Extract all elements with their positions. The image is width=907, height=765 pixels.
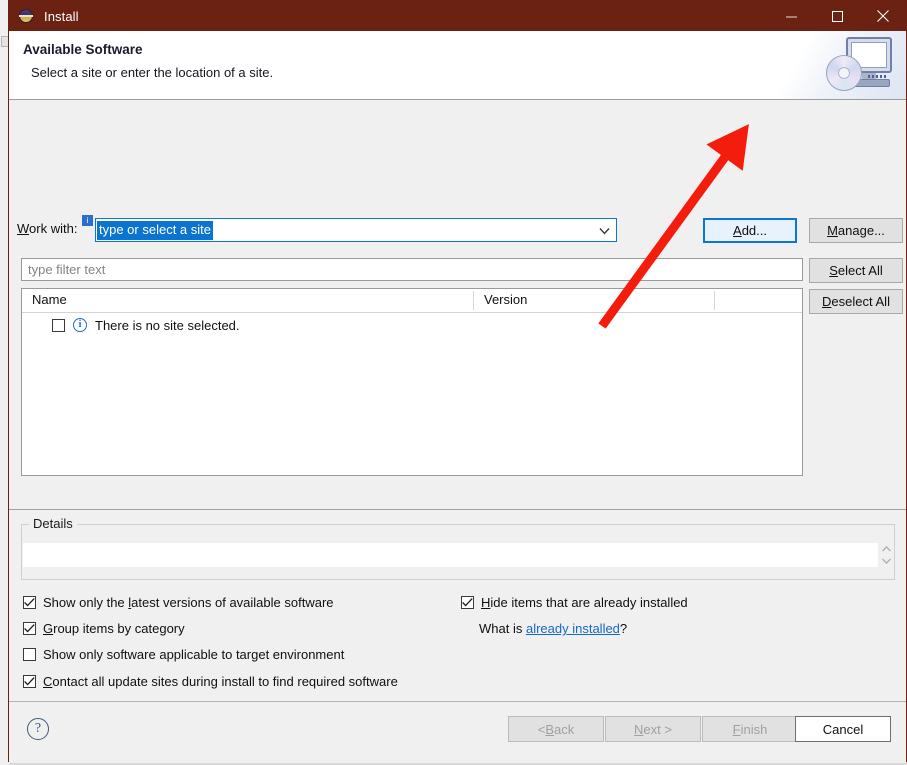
available-software-tree[interactable]: Name Version i There is no site selected… [21,288,803,476]
option-3-mnemonic: C [43,674,53,689]
option-2-rest: how only software applicable to target e… [51,647,345,662]
option-target-environment[interactable]: Show only software applicable to target … [23,647,344,662]
option-0-rest: atest versions of available software [131,595,334,610]
dialog-footer: ? < Back Next > Finish Cancel [9,701,906,763]
details-scrollbar[interactable] [878,543,894,567]
select-all-mnemonic: S [829,263,838,278]
checkbox[interactable] [461,596,474,609]
add-button-label: dd... [741,223,767,238]
finish-button[interactable]: Finish [702,716,798,742]
deselect-all-button[interactable]: Deselect All [809,289,903,314]
what-is-already-installed: What is already installed? [479,621,627,636]
add-button[interactable]: Add... [703,218,797,243]
column-header-name[interactable]: Name [32,292,67,307]
details-legend: Details [29,516,77,531]
section-divider [9,509,906,510]
option-1-rest: roup items by category [53,621,185,636]
back-pre: < [537,721,546,737]
manage-button-mnemonic: M [827,223,838,238]
option-group-by-category[interactable]: Group items by category [23,621,185,636]
option-4-mnemonic: H [481,595,491,610]
what-is-suffix: ? [619,621,628,636]
page-subtitle: Select a site or enter the location of a… [31,65,274,80]
table-row[interactable]: i There is no site selected. [22,313,802,337]
finish-mnemonic: F [732,721,741,737]
install-dialog-screenshot: Install Available Software Select a site… [0,0,907,765]
work-with-info-badge-icon[interactable]: i [82,215,93,226]
work-with-label-rest: ork with: [29,221,78,236]
deselect-all-mnemonic: D [822,294,832,309]
info-icon: i [73,318,87,332]
option-3-rest: ontact all update sites during install t… [52,674,398,689]
select-all-label: elect All [837,263,883,278]
finish-label: inish [740,721,768,737]
column-header-version[interactable]: Version [484,292,527,307]
window-title: Install [44,8,79,24]
option-1-mnemonic: G [43,621,54,636]
checkbox[interactable] [23,675,36,688]
scroll-down-icon [881,558,891,564]
checkbox[interactable] [23,596,36,609]
dialog-banner: Available Software Select a site or ente… [9,31,906,100]
row-label: There is no site selected. [95,317,240,333]
option-0-pre: Show only the [43,595,129,610]
cancel-button[interactable]: Cancel [795,716,891,742]
option-2-mnemonic: S [43,647,52,662]
option-show-latest-versions[interactable]: Show only the latest versions of availab… [23,595,334,610]
chevron-down-icon[interactable] [598,225,610,237]
back-button[interactable]: < Back [508,716,604,742]
column-divider-1[interactable] [473,291,474,310]
scroll-up-icon [881,546,891,552]
manage-button-label: anage... [837,223,885,238]
next-mnemonic: N [634,721,644,737]
work-with-label: Work with: [17,221,77,236]
work-with-label-mnemonic: W [17,221,30,236]
checkbox[interactable] [23,622,36,635]
back-mnemonic: B [545,721,555,737]
filter-input[interactable]: type filter text [21,258,803,281]
column-divider-2[interactable] [714,291,715,310]
deselect-all-label: eselect All [831,294,890,309]
work-with-input-value[interactable]: type or select a site [97,220,213,240]
cancel-label: Cancel [822,721,864,737]
dialog-body: Work with: i type or select a site Add..… [9,100,906,701]
row-checkbox[interactable] [52,318,65,332]
minimize-icon[interactable] [768,1,814,31]
eclipse-icon [19,8,35,24]
title-bar: Install [9,1,906,31]
option-hide-already-installed[interactable]: Hide items that are already installed [461,595,688,610]
details-text [23,543,878,567]
next-label: ext > [643,721,672,737]
option-contact-update-sites[interactable]: Contact all update sites during install … [23,674,398,689]
manage-button[interactable]: Manage... [809,218,903,243]
help-icon[interactable]: ? [27,718,49,740]
tree-header: Name Version [22,289,802,313]
page-title: Available Software [23,42,143,57]
install-window: Install Available Software Select a site… [8,0,907,763]
install-monitor-disc-icon [824,35,898,95]
option-4-rest: ide items that are already installed [490,595,688,610]
maximize-icon[interactable] [814,1,860,31]
what-is-prefix: What is [479,621,526,636]
close-icon[interactable] [860,1,906,31]
add-button-mnemonic: A [733,223,742,238]
back-label: ack [554,721,575,737]
already-installed-link[interactable]: already installed [526,621,620,636]
checkbox[interactable] [23,648,36,661]
next-button[interactable]: Next > [605,716,701,742]
work-with-combo[interactable]: type or select a site [95,218,617,242]
window-controls [768,1,906,31]
filter-placeholder: type filter text [28,262,106,277]
select-all-button[interactable]: Select All [809,258,903,283]
